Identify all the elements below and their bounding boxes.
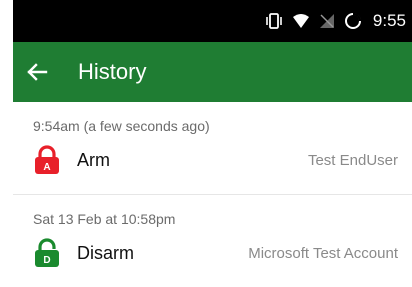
history-list: 9:54am (a few seconds ago) A Arm Test En… (13, 102, 412, 287)
history-item-action: Arm (77, 149, 110, 170)
lock-open-icon: D (35, 238, 59, 267)
lock-closed-icon: A (35, 145, 59, 174)
history-item-row: D Disarm Microsoft Test Account (33, 238, 398, 268)
history-item-action: Disarm (77, 242, 134, 263)
app-bar: History (13, 42, 412, 102)
phone-screen: 9:55 History 9:54am (a few seconds ago) … (13, 0, 412, 287)
history-item-time: Sat 13 Feb at 10:58pm (33, 211, 176, 227)
history-item-user: Microsoft Test Account (248, 244, 398, 262)
no-signal-icon (319, 14, 334, 28)
status-time: 9:55 (372, 11, 406, 30)
status-icons: 9:55 (265, 0, 406, 42)
sync-icon (344, 12, 362, 29)
arrow-left-icon (27, 63, 48, 81)
lock-badge-letter: A (43, 162, 50, 173)
history-item-disarm[interactable]: Sat 13 Feb at 10:58pm D Disarm Microsoft… (13, 194, 412, 287)
back-button[interactable] (21, 56, 53, 88)
history-item-user: Test EndUser (307, 151, 398, 169)
wifi-icon (292, 14, 309, 28)
status-bar: 9:55 (13, 0, 412, 42)
history-item-time: 9:54am (a few seconds ago) (33, 118, 210, 134)
history-item-arm[interactable]: 9:54am (a few seconds ago) A Arm Test En… (13, 102, 412, 194)
page-title: History (78, 59, 147, 84)
history-item-row: A Arm Test EndUser (33, 145, 398, 175)
lock-badge-letter: D (43, 255, 50, 266)
vibrate-icon (266, 13, 282, 29)
